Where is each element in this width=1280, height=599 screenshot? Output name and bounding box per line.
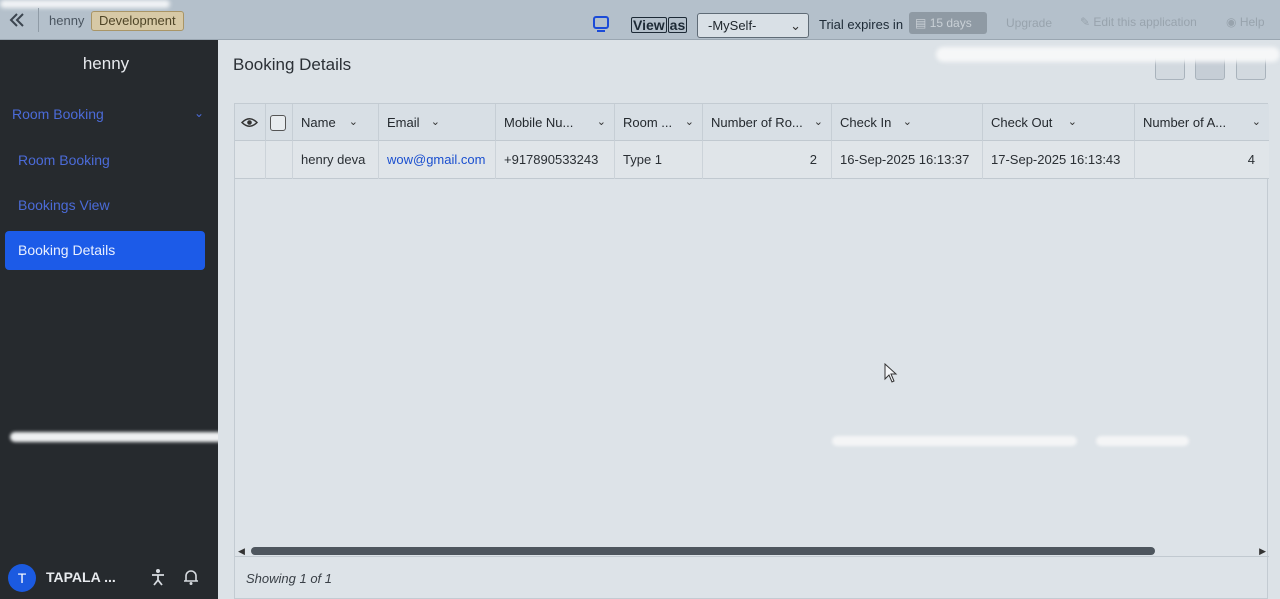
cell-email[interactable]: wow@gmail.com	[379, 141, 496, 179]
column-header-email[interactable]: Email ⌄	[379, 104, 496, 141]
chevron-down-icon: ⌄	[193, 106, 204, 120]
environment-badge[interactable]: Development	[91, 11, 184, 31]
sidebar-item-booking-details[interactable]: Booking Details	[5, 231, 205, 270]
column-header-number-of-adults[interactable]: Number of A... ⌄	[1135, 104, 1269, 141]
select-all-checkbox[interactable]	[270, 115, 286, 131]
cursor-icon	[884, 363, 898, 383]
column-header-check-in[interactable]: Check In ⌄	[832, 104, 983, 141]
sidebar-title: henny	[82, 54, 130, 73]
device-icon[interactable]	[592, 15, 610, 33]
main-content: Booking Details Name ⌄ Email ⌄ Mobile Nu..…	[218, 40, 1280, 599]
user-name[interactable]: TAPALA ...	[46, 569, 116, 585]
chevron-down-icon: ⌄	[790, 18, 801, 33]
cell-check-in: 16-Sep-2025 16:13:37	[832, 141, 983, 179]
chevron-down-icon[interactable]: ⌄	[814, 104, 823, 141]
table-row[interactable]: henry deva wow@gmail.com +917890533243 T…	[235, 141, 1269, 179]
chevron-down-icon[interactable]: ⌄	[903, 104, 912, 141]
divider	[38, 8, 39, 32]
sidebar-item-room-booking[interactable]: Room Booking	[18, 152, 110, 168]
screen-glare	[832, 436, 1077, 446]
cell-mobile: +917890533243	[496, 141, 615, 179]
screen-glare	[1096, 436, 1189, 446]
chevron-down-icon[interactable]: ⌄	[349, 104, 358, 141]
column-header-room[interactable]: Room ... ⌄	[615, 104, 703, 141]
cell-name: henry deva	[293, 141, 379, 179]
record-count: Showing 1 of 1	[246, 571, 333, 586]
trial-label: Trial expires in	[819, 17, 904, 32]
scrollbar-thumb[interactable]	[251, 547, 1155, 555]
chevron-down-icon[interactable]: ⌄	[431, 104, 440, 141]
horizontal-scrollbar[interactable]: ◀ ▶	[235, 546, 1269, 556]
accessibility-icon[interactable]	[150, 568, 166, 586]
sidebar: henny Room Booking ⌄ Room Booking Bookin…	[0, 40, 238, 599]
avatar[interactable]: T	[8, 564, 36, 592]
sidebar-footer: T TAPALA ...	[0, 552, 218, 599]
cell-room: Type 1	[615, 141, 703, 179]
cell-number-of-rooms: 2	[703, 141, 832, 179]
cell-check-out: 17-Sep-2025 16:13:43	[983, 141, 1135, 179]
screen-glare	[10, 432, 238, 442]
sidebar-group-room-booking[interactable]: Room Booking ⌄	[12, 106, 208, 122]
help-link[interactable]: ◉ Help	[1226, 15, 1265, 29]
grid-footer: Showing 1 of 1	[235, 556, 1269, 599]
row-spacer	[235, 141, 266, 179]
chevron-down-icon[interactable]: ⌄	[1252, 104, 1261, 141]
column-header-name[interactable]: Name ⌄	[293, 104, 379, 141]
top-bar: henny Development View as -MySelf- ⌄ Tria…	[0, 0, 1280, 40]
screen-glare	[0, 0, 170, 8]
eye-icon	[241, 118, 258, 127]
column-header-check-out[interactable]: Check Out ⌄	[983, 104, 1135, 141]
column-header-mobile[interactable]: Mobile Nu... ⌄	[496, 104, 615, 141]
select-all-cell	[266, 104, 293, 141]
chevron-down-icon[interactable]: ⌄	[1068, 104, 1077, 141]
back-icon	[9, 13, 24, 27]
back-button[interactable]	[4, 8, 32, 32]
view-as-label: View as	[631, 17, 688, 33]
app-name[interactable]: henny	[49, 13, 84, 28]
column-visibility[interactable]	[235, 104, 266, 141]
help-icon: ◉	[1226, 15, 1237, 29]
chevron-down-icon[interactable]: ⌄	[597, 104, 606, 141]
grid-header: Name ⌄ Email ⌄ Mobile Nu... ⌄ Room ... ⌄ Num…	[235, 104, 1269, 141]
chevron-down-icon[interactable]: ⌄	[685, 104, 694, 141]
row-select-cell[interactable]	[266, 141, 293, 179]
cell-number-of-adults: 4	[1247, 152, 1255, 167]
edit-application-link[interactable]: ✎ Edit this application	[1080, 15, 1197, 29]
screen-glare	[936, 47, 1280, 62]
trial-days-badge: ▤ 15 days	[909, 12, 987, 34]
booking-grid: Name ⌄ Email ⌄ Mobile Nu... ⌄ Room ... ⌄ Num…	[234, 103, 1269, 599]
view-as-select[interactable]: -MySelf- ⌄	[697, 13, 809, 38]
calendar-icon: ▤	[915, 16, 927, 30]
bell-icon[interactable]	[182, 568, 200, 586]
page-title: Booking Details	[233, 55, 352, 74]
column-header-number-of-rooms[interactable]: Number of Ro... ⌄	[703, 104, 832, 141]
pencil-icon: ✎	[1080, 15, 1091, 29]
sidebar-item-bookings-view[interactable]: Bookings View	[18, 197, 110, 213]
upgrade-link[interactable]: Upgrade	[1006, 16, 1052, 30]
